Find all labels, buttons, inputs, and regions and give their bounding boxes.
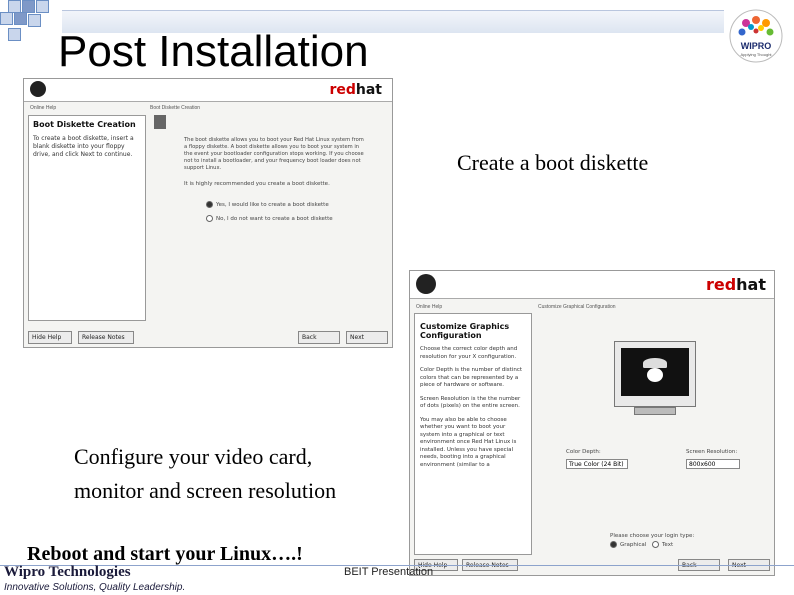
help-pane-label: Online Help bbox=[416, 304, 443, 310]
redhat-shadowman-icon bbox=[416, 274, 436, 294]
footer-company: Wipro Technologies bbox=[4, 564, 131, 580]
footer-presentation-name: BEIT Presentation bbox=[344, 566, 434, 578]
logo-text: WIPRO bbox=[740, 41, 772, 51]
caption-reboot: Reboot and start your Linux….! bbox=[27, 543, 303, 565]
color-depth-label: Color Depth: bbox=[566, 449, 601, 455]
option-no-radio[interactable]: No, I do not want to create a boot diske… bbox=[206, 215, 333, 222]
help-title: Boot Diskette Creation bbox=[33, 120, 136, 129]
help-paragraph-1: Choose the correct color depth and resol… bbox=[420, 346, 518, 360]
login-text-radio[interactable]: Text bbox=[652, 541, 673, 548]
monitor-icon bbox=[614, 341, 696, 407]
online-help-pane: Boot Diskette Creation To create a boot … bbox=[28, 115, 146, 321]
boot-diskette-screenshot: redhat Online Help Boot Diskette Creatio… bbox=[23, 78, 393, 348]
help-paragraph-4: You may also be able to choose whether y… bbox=[420, 416, 517, 468]
screen-resolution-select[interactable]: 800x600 bbox=[686, 459, 740, 469]
floppy-icon bbox=[154, 115, 166, 129]
caption-boot-diskette: Create a boot diskette bbox=[457, 150, 649, 175]
online-help-pane: Customize Graphics Configuration Choose … bbox=[414, 313, 532, 555]
boot-body-text: The boot diskette allows you to boot you… bbox=[184, 137, 364, 171]
caption-video-line-1: Configure your video card, bbox=[74, 444, 313, 469]
footer-tagline: Innovative Solutions, Quality Leadership… bbox=[4, 582, 186, 593]
caption-video-config: Configure your video card, monitor and s… bbox=[74, 440, 336, 508]
back-button[interactable]: Back bbox=[298, 331, 340, 344]
hide-help-button[interactable]: Hide Help bbox=[28, 331, 72, 344]
installer-header: redhat bbox=[410, 271, 774, 299]
monitor-stand bbox=[634, 407, 676, 415]
color-depth-select[interactable]: True Color (24 Bit) bbox=[566, 459, 628, 469]
main-pane-label: Boot Diskette Creation bbox=[150, 105, 201, 111]
caption-video-line-2: monitor and screen resolution bbox=[74, 478, 337, 503]
help-paragraph-2: Color Depth is the number of distinct co… bbox=[420, 367, 523, 388]
screen-resolution-label: Screen Resolution: bbox=[686, 449, 738, 455]
redhat-brand: redhat bbox=[329, 82, 382, 98]
redhat-brand: redhat bbox=[705, 275, 766, 294]
installer-header: redhat bbox=[24, 79, 392, 102]
help-paragraph-3: Screen Resolution is the the number of d… bbox=[420, 395, 521, 410]
wipro-logo: WIPRO Applying Thought bbox=[728, 8, 784, 64]
logo-subtext: Applying Thought bbox=[740, 52, 772, 57]
help-text: To create a boot diskette, insert a blan… bbox=[33, 135, 134, 158]
help-title-line-2: Configuration bbox=[420, 331, 482, 340]
graphics-config-screenshot: redhat Online Help Customize Graphical C… bbox=[409, 270, 775, 576]
next-button[interactable]: Next bbox=[346, 331, 388, 344]
main-pane-label: Customize Graphical Configuration bbox=[538, 304, 616, 310]
slide-title: Post Installation bbox=[58, 27, 369, 76]
help-pane-label: Online Help bbox=[30, 105, 57, 111]
recommend-text: It is highly recommended you create a bo… bbox=[184, 181, 330, 187]
option-yes-radio[interactable]: Yes, I would like to create a boot diske… bbox=[206, 201, 329, 208]
redhat-shadowman-icon bbox=[30, 81, 46, 97]
login-type-label: Please choose your login type: bbox=[610, 533, 695, 539]
release-notes-button[interactable]: Release Notes bbox=[78, 331, 134, 344]
login-graphical-radio[interactable]: Graphical bbox=[610, 541, 646, 548]
help-title-line-1: Customize Graphics bbox=[420, 322, 510, 331]
